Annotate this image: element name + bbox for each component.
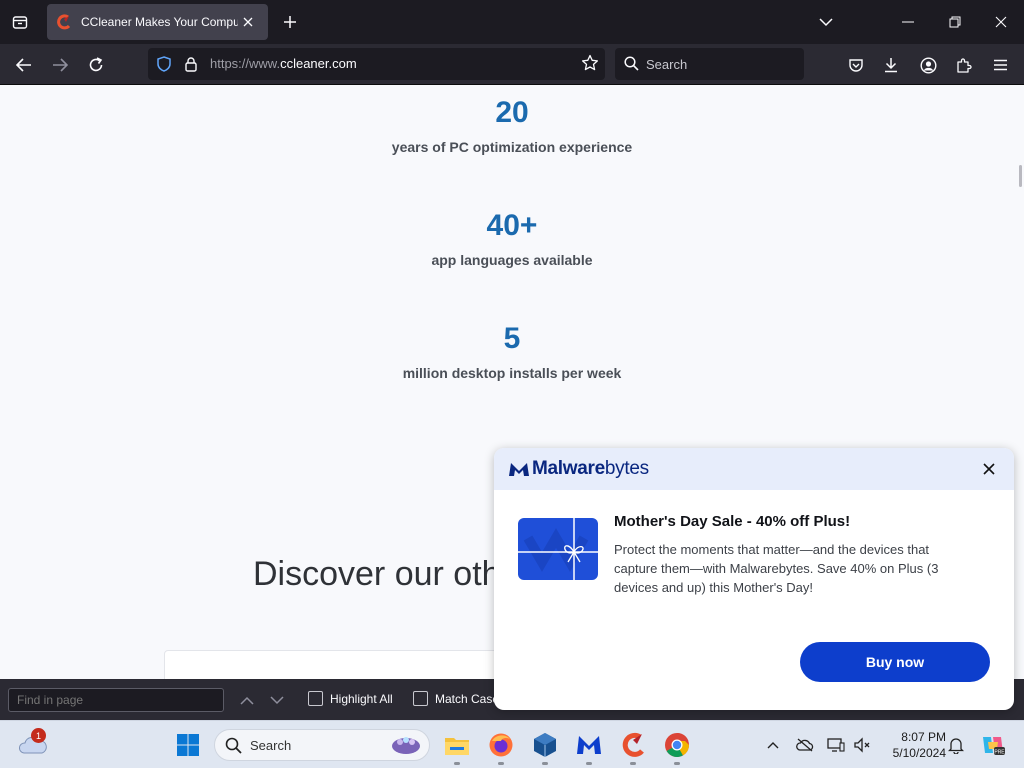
- highlight-all-label: Highlight All: [330, 691, 393, 706]
- find-in-page-input[interactable]: [8, 688, 224, 712]
- checkbox-box[interactable]: [308, 691, 323, 706]
- lock-icon[interactable]: [184, 56, 198, 77]
- brand-light: bytes: [604, 458, 649, 479]
- extensions-puzzle-icon[interactable]: [951, 52, 977, 78]
- virtualbox-icon[interactable]: [531, 731, 559, 759]
- network-monitor-icon[interactable]: [826, 735, 846, 755]
- minimize-icon[interactable]: [893, 6, 923, 38]
- url-domain: ccleaner.com: [280, 56, 357, 71]
- taskbar-search-placeholder: Search: [250, 738, 292, 753]
- highlight-all-checkbox[interactable]: Highlight All: [308, 691, 393, 706]
- close-icon[interactable]: [978, 458, 1000, 480]
- downloads-icon[interactable]: [878, 52, 904, 78]
- close-tab-icon[interactable]: [238, 12, 258, 32]
- popup-header: Malwarebytes: [494, 448, 1014, 490]
- malwarebytes-notification: Malwarebytes Mother's Day Sale - 40% off…: [494, 448, 1014, 710]
- stat-number: 20: [495, 96, 529, 129]
- checkbox-box[interactable]: [413, 691, 428, 706]
- start-icon[interactable]: [174, 731, 202, 759]
- active-indicator: [674, 762, 680, 765]
- restore-icon[interactable]: [940, 6, 970, 38]
- match-case-label: Match Case: [435, 691, 500, 706]
- navigation-toolbar: https://www.ccleaner.com Search: [0, 44, 1024, 85]
- bookmark-star-icon[interactable]: [581, 54, 599, 77]
- ccleaner-icon[interactable]: [620, 731, 648, 759]
- taskbar-search-box[interactable]: Search: [214, 729, 430, 761]
- malwarebytes-logo: Malwarebytes: [508, 458, 649, 480]
- search-highlight-icon: [389, 732, 423, 763]
- clock-time: 8:07 PM: [901, 730, 946, 744]
- new-tab-icon[interactable]: [278, 10, 302, 34]
- buy-now-button[interactable]: Buy now: [800, 642, 990, 682]
- close-window-icon[interactable]: [986, 6, 1016, 38]
- page-scrollbar[interactable]: [1019, 165, 1022, 187]
- back-arrow-icon[interactable]: [11, 52, 37, 78]
- find-next-icon[interactable]: [266, 690, 288, 710]
- notification-bell-icon[interactable]: [946, 735, 966, 755]
- address-bar[interactable]: https://www.ccleaner.com: [148, 48, 605, 80]
- tab-bar: CCleaner Makes Your Computer Faster: [0, 0, 1024, 44]
- stat-label: million desktop installs per week: [402, 365, 622, 381]
- firefox-icon[interactable]: [487, 731, 515, 759]
- clock-date: 5/10/2024: [892, 746, 946, 760]
- chevron-down-icon[interactable]: [814, 10, 838, 34]
- pocket-icon[interactable]: [843, 52, 869, 78]
- stat-label: app languages available: [431, 252, 593, 268]
- url-prefix: https://www.: [210, 56, 281, 71]
- malwarebytes-m-icon: [509, 463, 529, 476]
- active-indicator: [498, 762, 504, 765]
- malwarebytes-icon[interactable]: [575, 731, 603, 759]
- notification-badge: 1: [31, 728, 46, 743]
- url-text: https://www.ccleaner.com: [210, 56, 357, 71]
- copilot-icon[interactable]: PRE: [980, 732, 1006, 758]
- popup-title: Mother's Day Sale - 40% off Plus!: [614, 513, 851, 530]
- search-placeholder: Search: [646, 57, 688, 72]
- active-indicator: [542, 762, 548, 765]
- tab-title: CCleaner Makes Your Computer Faster: [81, 15, 238, 29]
- hamburger-menu-icon[interactable]: [987, 52, 1013, 78]
- onedrive-offline-icon[interactable]: [795, 735, 815, 755]
- stat-installs: 5 million desktop installs per week: [0, 321, 1024, 381]
- account-icon[interactable]: [915, 52, 941, 78]
- stat-languages: 40+ app languages available: [0, 208, 1024, 268]
- search-icon: [624, 56, 639, 76]
- active-indicator: [630, 762, 636, 765]
- active-indicator: [586, 762, 592, 765]
- brand-bold: Malware: [532, 458, 605, 479]
- gift-card-icon: [518, 518, 598, 580]
- stat-label: years of PC optimization experience: [391, 139, 633, 155]
- list-all-tabs-icon[interactable]: [8, 10, 32, 34]
- chrome-icon[interactable]: [663, 731, 691, 759]
- volume-muted-icon[interactable]: [852, 735, 872, 755]
- tracking-protection-shield-icon[interactable]: [156, 56, 172, 77]
- file-explorer-icon[interactable]: [443, 731, 471, 759]
- active-indicator: [454, 762, 460, 765]
- chevron-up-icon[interactable]: [763, 735, 783, 755]
- stat-years: 20 years of PC optimization experience: [0, 95, 1024, 155]
- system-clock[interactable]: 8:07 PM 5/10/2024: [880, 729, 946, 761]
- ccleaner-favicon-icon: [57, 14, 71, 30]
- search-bar[interactable]: Search: [615, 48, 804, 80]
- svg-text:PRE: PRE: [994, 750, 1005, 756]
- tab-ccleaner[interactable]: CCleaner Makes Your Computer Faster: [47, 4, 268, 40]
- discover-heading: Discover our oth: [253, 555, 501, 593]
- match-case-checkbox[interactable]: Match Case: [413, 691, 499, 706]
- product-card[interactable]: [164, 650, 504, 679]
- find-previous-icon[interactable]: [236, 690, 258, 710]
- search-icon: [225, 737, 242, 759]
- stat-number: 40+: [486, 209, 538, 242]
- forward-arrow-icon[interactable]: [47, 52, 73, 78]
- popup-body: Protect the moments that matter—and the …: [614, 542, 939, 595]
- stat-number: 5: [503, 322, 521, 355]
- windows-taskbar: 1 Search 8:07 PM 5/10/2024 PRE: [0, 720, 1024, 768]
- reload-icon[interactable]: [83, 52, 109, 78]
